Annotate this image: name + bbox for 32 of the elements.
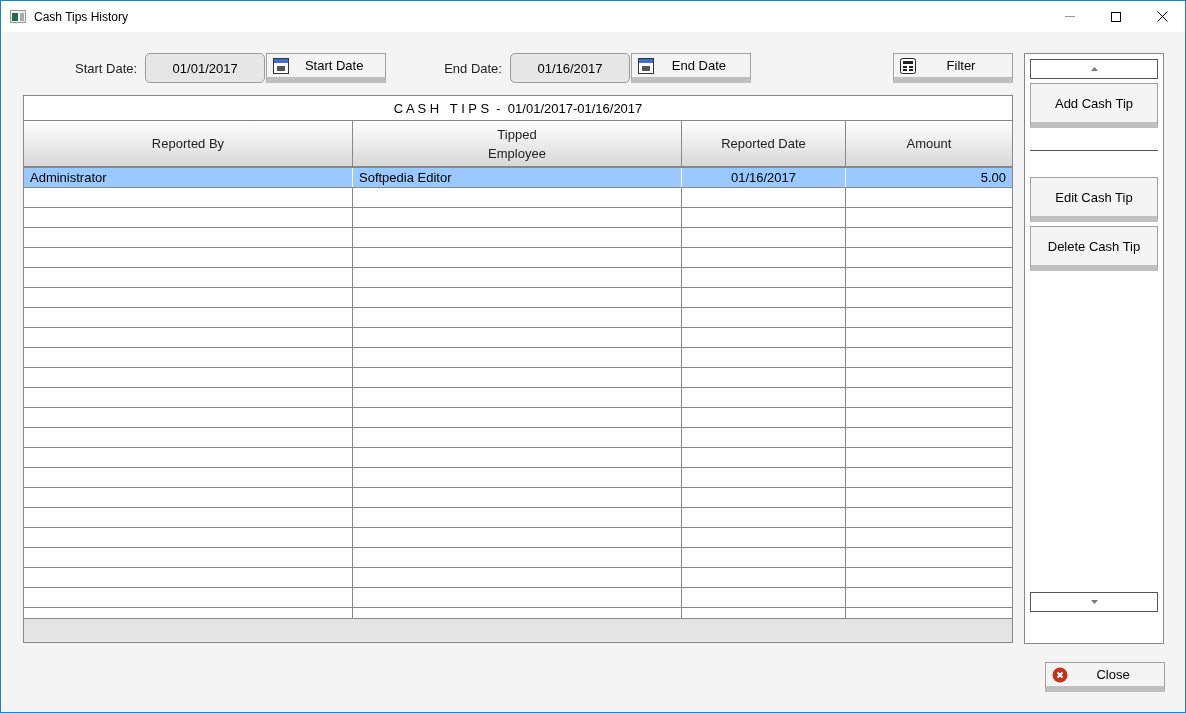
scroll-down-button[interactable] xyxy=(1030,592,1158,612)
up-arrow-icon xyxy=(1090,67,1098,71)
edit-cash-tip-button[interactable]: Edit Cash Tip xyxy=(1030,177,1158,222)
down-arrow-icon xyxy=(1090,600,1098,604)
table-row[interactable]: Administrator Softpedia Editor 01/16/2017 5.00 xyxy=(24,168,1012,188)
start-date-label: Start Date: xyxy=(75,60,138,76)
delete-cash-tip-button[interactable]: Delete Cash Tip xyxy=(1030,226,1158,271)
end-date-field[interactable]: 01/16/2017 xyxy=(509,53,630,83)
close-icon[interactable] xyxy=(1156,11,1168,22)
start-date-field[interactable]: 01/01/2017 xyxy=(145,53,266,83)
table-cell[interactable]: 5.00 xyxy=(846,168,1012,187)
add-cash-tip-button[interactable]: Add Cash Tip xyxy=(1030,83,1158,128)
scroll-up-button[interactable] xyxy=(1030,59,1158,79)
end-date-button[interactable]: End Date xyxy=(630,53,751,83)
calendar-icon xyxy=(637,57,654,74)
maximize-icon[interactable] xyxy=(1111,11,1121,22)
table-cell[interactable]: Administrator xyxy=(24,168,353,187)
start-date-button[interactable]: Start Date xyxy=(266,53,387,83)
column-header[interactable]: Tipped Employee xyxy=(353,121,682,166)
app-icon xyxy=(10,10,26,23)
calculator-icon xyxy=(900,57,916,74)
close-button[interactable]: Close xyxy=(1045,662,1165,692)
column-header[interactable]: Amount xyxy=(846,121,1012,166)
calendar-icon xyxy=(273,57,290,74)
table-cell[interactable]: 01/16/2017 xyxy=(682,168,846,187)
end-date-label: End Date: xyxy=(444,60,502,76)
table-cell[interactable]: Softpedia Editor xyxy=(353,168,682,187)
column-header[interactable]: Reported By xyxy=(24,121,353,166)
filter-button[interactable]: Filter xyxy=(893,53,1013,83)
window-title: Cash Tips History xyxy=(34,9,130,24)
close-icon xyxy=(1052,666,1068,683)
column-header[interactable]: Reported Date xyxy=(682,121,846,166)
